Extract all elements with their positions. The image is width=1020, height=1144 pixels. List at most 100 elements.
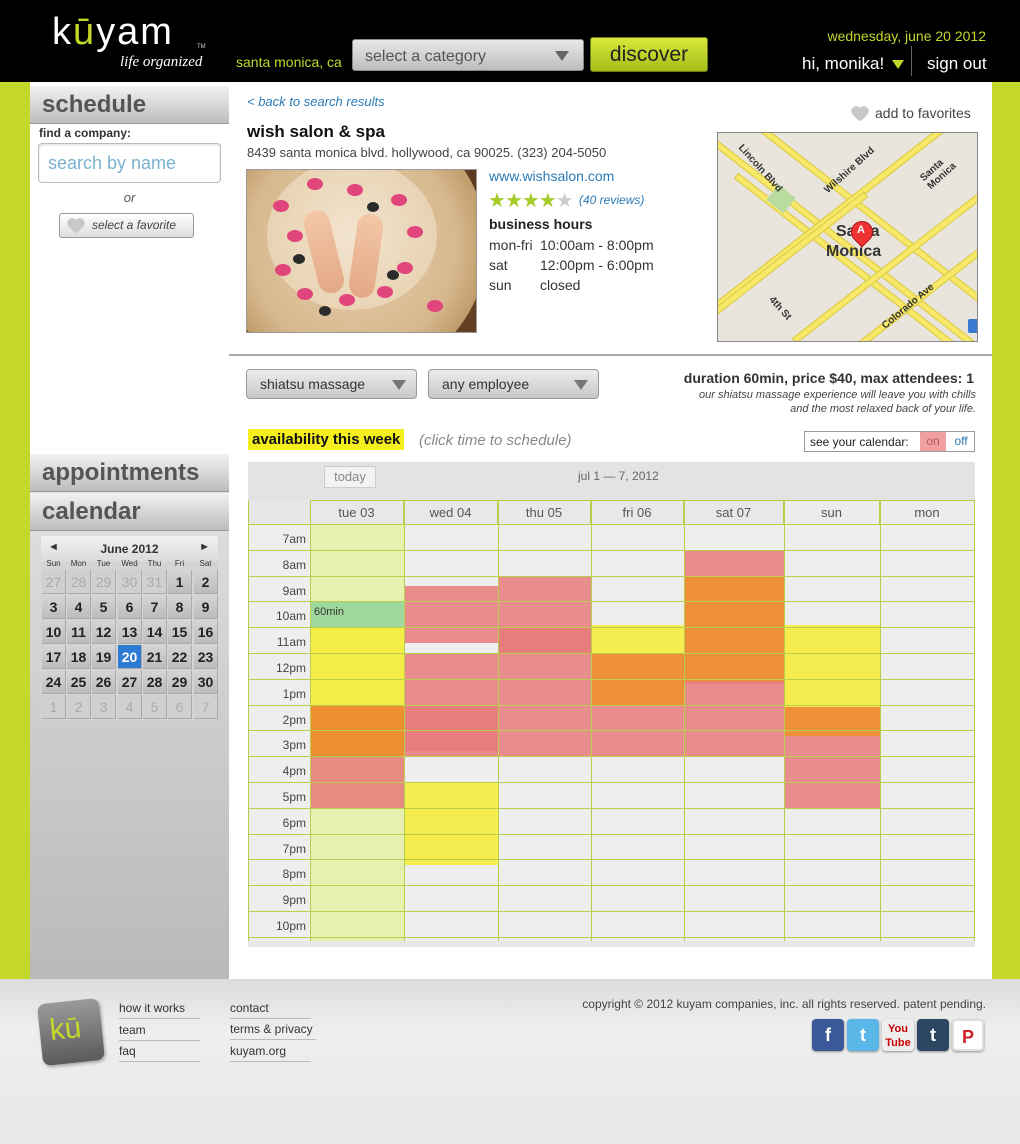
calendar-day[interactable]: 23 bbox=[194, 645, 218, 669]
calendar-day[interactable]: 27 bbox=[118, 670, 142, 694]
calendar-day[interactable]: 13 bbox=[118, 620, 142, 644]
twitter-icon[interactable]: t bbox=[847, 1019, 879, 1051]
calendar-day[interactable]: 12 bbox=[92, 620, 116, 644]
location-map[interactable]: Lincoln Blvd Wilshire Blvd Santa Monica … bbox=[717, 132, 978, 342]
tumblr-icon[interactable]: t bbox=[917, 1019, 949, 1051]
sign-out-link[interactable]: sign out bbox=[927, 54, 987, 74]
calendar-day[interactable]: 17 bbox=[42, 645, 66, 669]
calendar-day[interactable]: 7 bbox=[194, 695, 218, 719]
calendar-day[interactable]: 25 bbox=[67, 670, 91, 694]
schedule-block[interactable] bbox=[784, 624, 880, 708]
selected-slot[interactable]: 60min bbox=[310, 601, 404, 628]
hours-day: sat bbox=[489, 257, 508, 273]
calendar-heading[interactable]: calendar bbox=[30, 493, 229, 531]
calendar-day[interactable]: 30 bbox=[194, 670, 218, 694]
calendar-day[interactable]: 29 bbox=[92, 570, 116, 594]
calendar-day[interactable]: 26 bbox=[92, 670, 116, 694]
schedule-block[interactable] bbox=[591, 624, 684, 653]
grid-row-line bbox=[248, 601, 975, 603]
schedule-block[interactable] bbox=[404, 782, 498, 865]
pinterest-icon[interactable]: P bbox=[952, 1019, 984, 1051]
add-to-favorites-link[interactable]: add to favorites bbox=[851, 105, 971, 121]
kuyam-logo[interactable]: kūyam TM life organized bbox=[52, 10, 212, 72]
calendar-day[interactable]: 18 bbox=[67, 645, 91, 669]
calendar-day[interactable]: 3 bbox=[42, 595, 66, 619]
schedule-block[interactable] bbox=[784, 735, 880, 808]
calendar-day[interactable]: 27 bbox=[42, 570, 66, 594]
week-range: jul 1 — 7, 2012 bbox=[578, 469, 659, 483]
facebook-icon[interactable]: f bbox=[812, 1019, 844, 1051]
calendar-day[interactable]: 4 bbox=[118, 695, 142, 719]
schedule-block[interactable] bbox=[684, 575, 784, 684]
select-favorite-button[interactable]: select a favorite bbox=[59, 213, 194, 238]
calendar-day[interactable]: 6 bbox=[168, 695, 192, 719]
schedule-heading[interactable]: schedule bbox=[30, 86, 229, 124]
calendar-day[interactable]: 15 bbox=[168, 620, 192, 644]
calendar-day[interactable]: 7 bbox=[143, 595, 167, 619]
schedule-block[interactable] bbox=[684, 681, 784, 757]
calendar-day[interactable]: 16 bbox=[194, 620, 218, 644]
calendar-day[interactable]: 28 bbox=[143, 670, 167, 694]
back-to-results-link[interactable]: < back to search results bbox=[247, 94, 385, 109]
business-name: wish salon & spa bbox=[247, 122, 385, 141]
weekday-label: Fri bbox=[174, 559, 185, 568]
time-label: 1pm bbox=[282, 686, 306, 701]
footer-link-faq[interactable]: faq bbox=[119, 1044, 200, 1062]
calendar-day[interactable]: 11 bbox=[67, 620, 91, 644]
calendar-day[interactable]: 1 bbox=[42, 695, 66, 719]
footer-link-kuyam-org[interactable]: kuyam.org bbox=[230, 1044, 311, 1062]
service-select[interactable]: shiatsu massage bbox=[246, 369, 417, 399]
company-search-input[interactable] bbox=[38, 143, 221, 183]
calendar-day[interactable]: 31 bbox=[143, 570, 167, 594]
select-favorite-label: select a favorite bbox=[92, 218, 177, 232]
calendar-day[interactable]: 24 bbox=[42, 670, 66, 694]
calendar-day[interactable]: 22 bbox=[168, 645, 192, 669]
schedule-block[interactable] bbox=[310, 678, 404, 705]
calendar-day[interactable]: 21 bbox=[143, 645, 167, 669]
calendar-day[interactable]: 19 bbox=[92, 645, 116, 669]
next-month-icon[interactable]: ► bbox=[199, 541, 210, 553]
schedule-block[interactable] bbox=[404, 585, 498, 643]
calendar-toggle-on[interactable]: on bbox=[920, 432, 946, 451]
calendar-day[interactable]: 2 bbox=[67, 695, 91, 719]
calendar-day[interactable]: 4 bbox=[67, 595, 91, 619]
calendar-toggle-off[interactable]: off bbox=[949, 432, 973, 451]
calendar-day[interactable]: 1 bbox=[168, 570, 192, 594]
footer-link-contact[interactable]: contact bbox=[230, 1001, 311, 1019]
calendar-day[interactable]: 9 bbox=[194, 595, 218, 619]
calendar-day[interactable]: 5 bbox=[92, 595, 116, 619]
footer-link-team[interactable]: team bbox=[119, 1023, 200, 1041]
footer-link-terms[interactable]: terms & privacy bbox=[230, 1022, 316, 1040]
schedule-block[interactable] bbox=[684, 549, 784, 576]
calendar-day[interactable]: 29 bbox=[168, 670, 192, 694]
footer-link-how-it-works[interactable]: how it works bbox=[119, 1001, 200, 1019]
youtube-icon[interactable]: You Tube bbox=[882, 1019, 914, 1051]
kuyam-footer-logo[interactable]: kū bbox=[36, 997, 106, 1067]
discover-button[interactable]: discover bbox=[590, 37, 708, 72]
category-select[interactable]: select a category bbox=[352, 39, 584, 71]
business-website-link[interactable]: www.wishsalon.com bbox=[489, 168, 614, 184]
calendar-day[interactable]: 10 bbox=[42, 620, 66, 644]
grid-row-line bbox=[248, 627, 975, 629]
appointments-heading[interactable]: appointments bbox=[30, 454, 229, 492]
user-menu[interactable]: hi, monika! bbox=[802, 54, 905, 74]
reviews-link[interactable]: (40 reviews) bbox=[579, 193, 644, 207]
hours-time: 10:00am - 8:00pm bbox=[540, 237, 654, 253]
calendar-day[interactable]: 8 bbox=[168, 595, 192, 619]
grid-column-line bbox=[684, 500, 685, 941]
caret-down-icon bbox=[892, 60, 905, 70]
today-button[interactable]: today bbox=[324, 466, 376, 488]
calendar-day[interactable]: 6 bbox=[118, 595, 142, 619]
schedule-block[interactable] bbox=[498, 627, 591, 653]
calendar-day[interactable]: 5 bbox=[143, 695, 167, 719]
calendar-day[interactable]: 28 bbox=[67, 570, 91, 594]
calendar-day[interactable]: 30 bbox=[118, 570, 142, 594]
calendar-day[interactable]: 2 bbox=[194, 570, 218, 594]
location-label[interactable]: santa monica, ca bbox=[236, 54, 342, 70]
employee-select[interactable]: any employee bbox=[428, 369, 599, 399]
day-column-header: sun bbox=[784, 500, 880, 524]
user-greeting: hi, monika! bbox=[802, 54, 885, 73]
calendar-day[interactable]: 14 bbox=[143, 620, 167, 644]
calendar-day[interactable]: 20 bbox=[118, 645, 142, 669]
calendar-day[interactable]: 3 bbox=[92, 695, 116, 719]
